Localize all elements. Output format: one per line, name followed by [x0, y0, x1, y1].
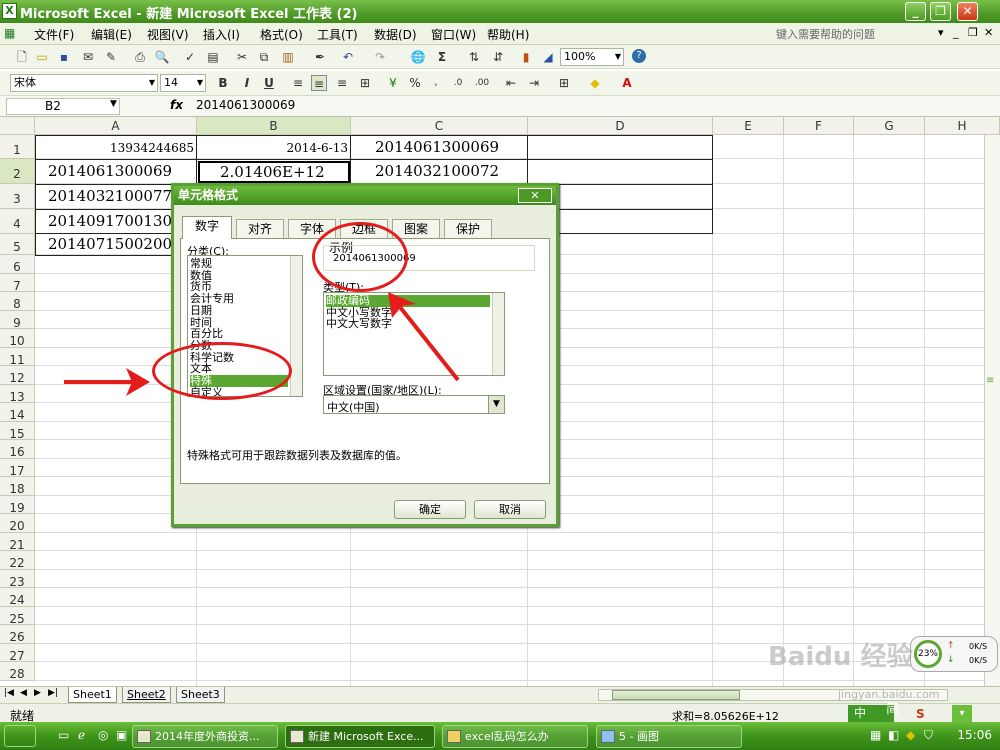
tab-number[interactable]: 数字 — [182, 216, 232, 239]
ime-dropdown-icon[interactable]: ▾ — [952, 705, 972, 722]
task-label: 5 - 画图 — [619, 730, 659, 743]
tray-shield-icon[interactable]: ⛉ — [924, 728, 933, 743]
annotation-arrow-head — [388, 292, 416, 318]
ime-s-icon[interactable]: S — [916, 707, 925, 721]
folder-icon — [447, 730, 461, 743]
start-button[interactable] — [4, 725, 36, 747]
sheet-tab-sheet3[interactable]: Sheet3 — [176, 687, 225, 703]
task-paint[interactable]: 5 - 画图 — [596, 725, 742, 748]
clock: 15:06 — [957, 728, 992, 742]
last-sheet-icon[interactable]: ▶| — [48, 688, 58, 698]
upload-icon: ↑ — [947, 641, 955, 651]
quicklaunch-icon[interactable]: ◎ — [98, 728, 108, 742]
tray-security-icon[interactable]: ◆ — [906, 728, 915, 742]
paint-icon — [601, 730, 615, 743]
sheet-tab-sheet2[interactable]: Sheet2 — [122, 687, 171, 703]
network-speed-widget: 23% ↑ 0K/S ↓ 0K/S — [910, 636, 998, 672]
status-bar: 就绪 求和=8.05626E+12 中 S ▾ — [0, 703, 1000, 723]
quicklaunch-icon[interactable]: ▣ — [116, 728, 127, 742]
prev-sheet-icon[interactable]: ◀ — [20, 688, 27, 698]
horizontal-scroll-thumb[interactable] — [612, 690, 740, 700]
next-sheet-icon[interactable]: ▶ — [34, 688, 41, 698]
upload-speed: 0K/S — [969, 642, 988, 651]
show-desktop-icon[interactable]: ▭ — [58, 728, 69, 742]
first-sheet-icon[interactable]: |◀ — [4, 688, 14, 698]
tray-volume-icon[interactable]: ◧ — [888, 728, 899, 742]
excel-task-icon — [290, 730, 304, 743]
download-speed: 0K/S — [969, 656, 988, 665]
excel-task-icon — [137, 730, 151, 743]
taskbar: ▭ ℯ ◎ ▣ 2014年度外商投资... 新建 Microsoft Exce.… — [0, 722, 1000, 750]
annotation-arrow-line — [394, 300, 460, 382]
tray-network-icon[interactable]: ▦ — [870, 728, 881, 742]
task-label: excel乱码怎么办 — [465, 730, 549, 743]
ime-label: 中 — [854, 706, 867, 720]
ime-mode-label: 简 — [886, 702, 900, 717]
download-icon: ↓ — [947, 655, 955, 665]
task-excel-foreign-investment[interactable]: 2014年度外商投资... — [132, 725, 278, 748]
task-label: 新建 Microsoft Exce... — [308, 730, 424, 743]
task-label: 2014年度外商投资... — [155, 730, 260, 743]
baidu-watermark: Baidu 经验 — [768, 642, 913, 672]
task-folder-excel-garbled[interactable]: excel乱码怎么办 — [442, 725, 588, 748]
sheet-tab-sheet1[interactable]: Sheet1 — [68, 687, 117, 703]
ie-icon[interactable]: ℯ — [78, 728, 85, 742]
cpu-gauge: 23% — [914, 640, 942, 668]
task-excel-new-workbook[interactable]: 新建 Microsoft Exce... — [285, 725, 435, 748]
